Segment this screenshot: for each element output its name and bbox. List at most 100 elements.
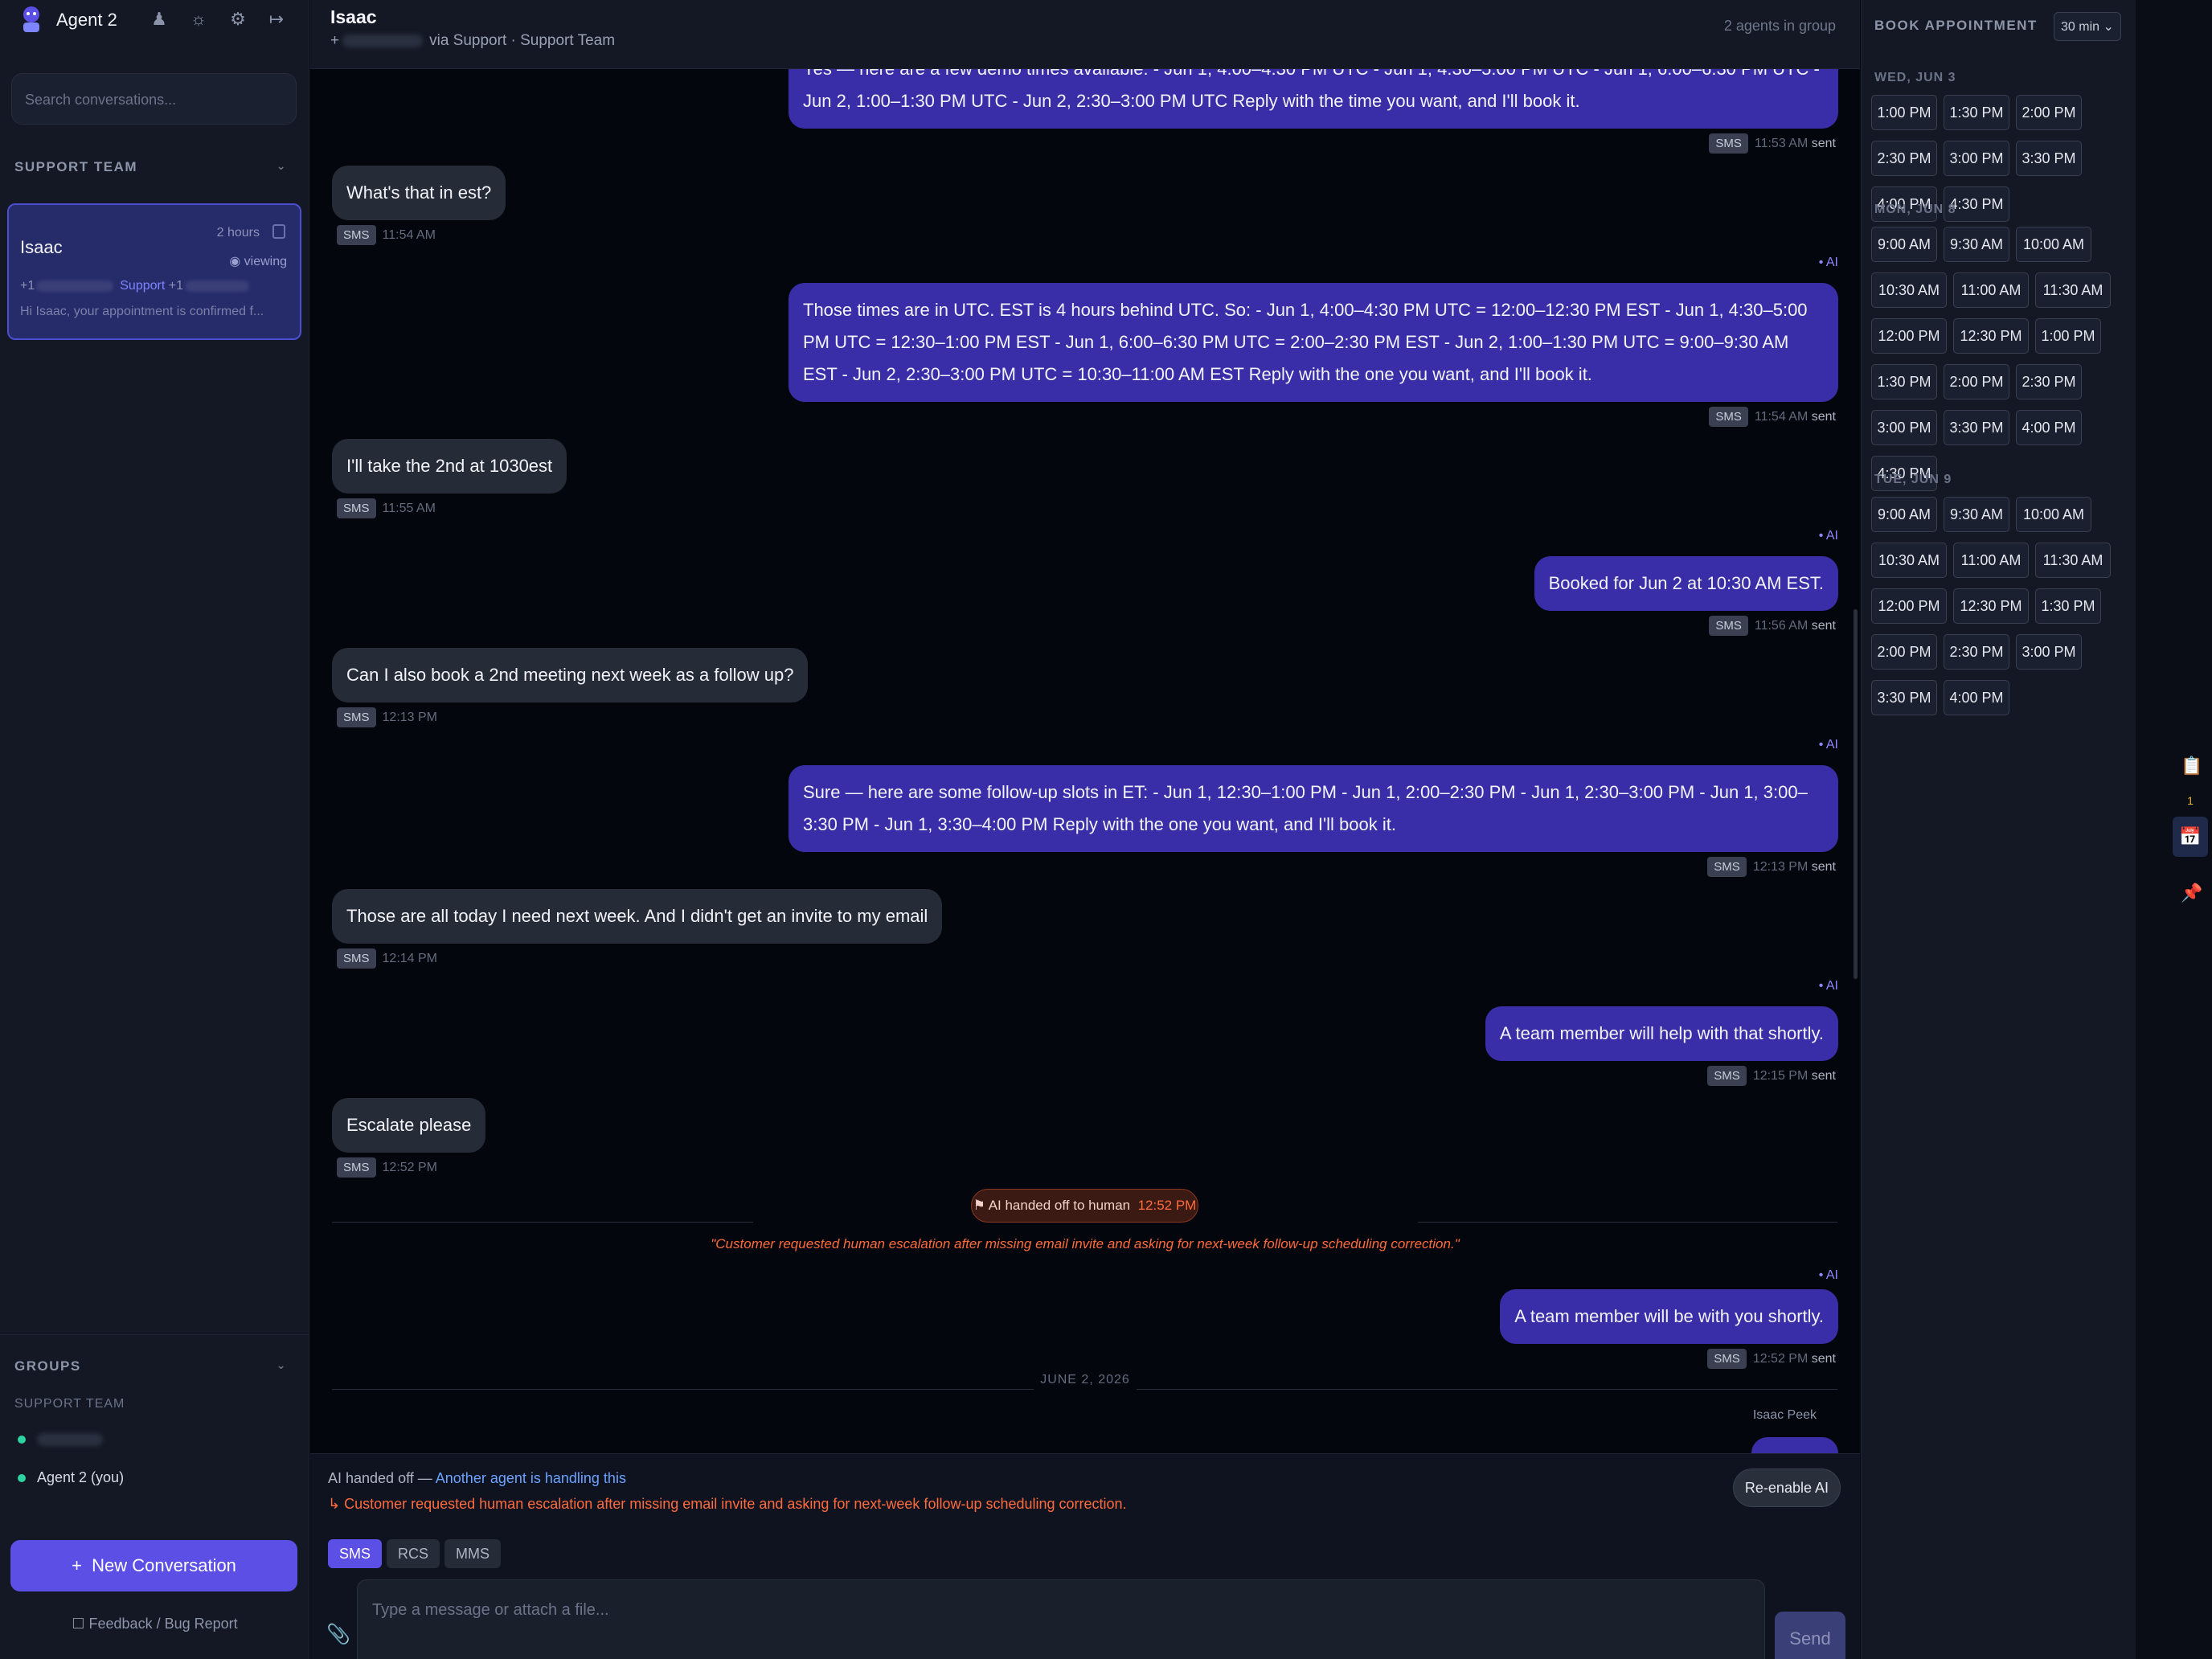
time-slot-button[interactable]: 3:00 PM — [1944, 141, 2009, 176]
phone-prefix: + — [330, 32, 340, 49]
conversation-time: 2 hours — [216, 226, 260, 240]
time-slot-button[interactable]: 12:30 PM — [1953, 318, 2029, 354]
time-slot-button[interactable]: 10:00 AM — [2016, 497, 2091, 532]
channel-badge: SMS — [1707, 857, 1747, 877]
new-conversation-button[interactable]: + New Conversation — [10, 1540, 297, 1591]
message-meta: SMS 11:56 AM sent — [1709, 616, 1836, 636]
time-slot-button[interactable]: 11:30 AM — [2035, 272, 2111, 308]
message-bubble-incoming: Those are all today I need next week. An… — [332, 889, 943, 944]
time-slot-button[interactable]: 9:00 AM — [1871, 227, 1937, 262]
message-meta: SMS 12:13 PM sent — [1707, 857, 1836, 877]
calendar-icon[interactable]: 📅 — [2173, 817, 2208, 857]
message-bubble-incoming: Escalate please — [332, 1098, 486, 1153]
message-input[interactable]: Type a message or attach a file... — [357, 1579, 1765, 1659]
channel-badge: SMS — [337, 948, 376, 969]
time-slot-button[interactable]: 2:30 PM — [1871, 141, 1937, 176]
time-slot-button[interactable]: 4:00 PM — [1944, 680, 2009, 715]
time-slot-button[interactable]: 1:00 PM — [1871, 95, 1937, 130]
time-slot-button[interactable]: 9:30 AM — [1944, 497, 2009, 532]
time-slot-button[interactable]: 11:00 AM — [1953, 543, 2029, 578]
divider — [0, 1334, 309, 1335]
message-meta: SMS 12:13 PM — [337, 707, 437, 727]
time-slot-button[interactable]: 3:30 PM — [1871, 680, 1937, 715]
search-input[interactable]: Search conversations... — [11, 73, 297, 125]
handoff-divider — [1418, 1222, 1837, 1223]
ai-label: • AI — [1818, 256, 1838, 269]
theme-icon[interactable]: ☼ — [189, 10, 208, 29]
message-status: sent — [1811, 619, 1836, 633]
date-separator: JUNE 2, 2026 — [1040, 1373, 1130, 1387]
contact-sub: + via Support · Support Team — [330, 32, 615, 50]
tab-sms[interactable]: SMS — [328, 1539, 383, 1568]
time-slot-button[interactable]: 12:30 PM — [1953, 588, 2029, 624]
handoff-status: AI handed off — Another agent is handlin… — [328, 1470, 626, 1487]
time-slot-button[interactable]: 3:30 PM — [1944, 410, 2009, 445]
user-icon[interactable]: ♟ — [150, 10, 169, 29]
chevron-down-icon: ⌄ — [2103, 20, 2114, 34]
message-bubble-outgoing: Sure — here are some follow-up slots in … — [789, 765, 1838, 852]
message-meta: SMS 12:52 PM sent — [1707, 1349, 1836, 1369]
time-slot-button[interactable]: 1:30 PM — [1871, 364, 1937, 399]
paperclip-icon[interactable]: 📎 — [326, 1623, 350, 1646]
time-slot-button[interactable]: 3:30 PM — [2016, 141, 2082, 176]
logout-icon[interactable]: ↦ — [267, 10, 286, 29]
groups-header[interactable]: GROUPS ⌄ — [14, 1358, 300, 1374]
time-slot-button[interactable]: 10:00 AM — [2016, 227, 2091, 262]
time-slot-button[interactable]: 9:00 AM — [1871, 497, 1937, 532]
time-slot-button[interactable]: 3:00 PM — [1871, 410, 1937, 445]
time-slot-button[interactable]: 11:30 AM — [2035, 543, 2111, 578]
groups-label: GROUPS — [14, 1358, 81, 1374]
archive-icon[interactable] — [272, 224, 285, 239]
time-slot-button[interactable]: 1:30 PM — [2035, 588, 2101, 624]
scrollbar[interactable] — [1854, 609, 1858, 979]
settings-icon[interactable]: ⚙ — [228, 10, 248, 29]
main-panel: Isaac + via Support · Support Team 2 agen… — [310, 0, 1860, 1659]
time-slot-button[interactable]: 1:30 PM — [1944, 95, 2009, 130]
handoff-badge: ⚑ AI handed off to human 12:52 PM — [971, 1189, 1198, 1223]
ai-label: • AI — [1818, 979, 1838, 993]
time-slot-button[interactable]: 2:00 PM — [2016, 95, 2082, 130]
time-slot-button[interactable]: 10:30 AM — [1871, 272, 1947, 308]
tab-rcs[interactable]: RCS — [387, 1539, 440, 1568]
message-bubble-outgoing: Yes — here are a few demo times availabl… — [789, 69, 1838, 129]
time-slot-button[interactable]: 2:00 PM — [1871, 634, 1937, 670]
member-name: Agent 2 (you) — [37, 1469, 125, 1485]
time-slot-button[interactable]: 10:30 AM — [1871, 543, 1947, 578]
handoff-time: 12:52 PM — [1137, 1198, 1197, 1213]
duration-select[interactable]: 30 min ⌄ — [2054, 12, 2121, 41]
date-divider — [1137, 1389, 1837, 1390]
message-meta: SMS 11:54 AM sent — [1709, 407, 1836, 427]
time-slot-button[interactable]: 2:30 PM — [1944, 634, 2009, 670]
conversation-item[interactable]: Isaac 2 hours ◉ viewing +1 Support +1 Hi … — [7, 203, 301, 340]
send-button[interactable]: Send — [1775, 1612, 1845, 1659]
phone2-prefix: +1 — [168, 279, 183, 293]
time-slot-button[interactable]: 12:00 PM — [1871, 588, 1947, 624]
conversation-meta: +1 Support +1 — [20, 279, 256, 293]
time-slot-button[interactable]: 2:30 PM — [2016, 364, 2082, 399]
message-bubble-outgoing: A team member will be with you shortly. — [1500, 1289, 1838, 1344]
message-meta: SMS 11:53 AM sent — [1709, 133, 1836, 154]
section-support-team[interactable]: SUPPORT TEAM ⌄ — [14, 159, 300, 175]
phone-prefix: +1 — [20, 279, 35, 293]
clipboard-icon[interactable]: 📋 — [2181, 756, 2202, 776]
handling-link[interactable]: Another agent is handling this — [436, 1470, 626, 1486]
reenable-ai-button[interactable]: Re-enable AI — [1732, 1469, 1841, 1507]
time-slot-button[interactable]: 3:00 PM — [2016, 634, 2082, 670]
time-slot-button[interactable]: 11:00 AM — [1953, 272, 2029, 308]
time-slot-button[interactable]: 12:00 PM — [1871, 318, 1947, 354]
time-slot-button[interactable]: 9:30 AM — [1944, 227, 2009, 262]
pin-icon[interactable]: 📌 — [2181, 883, 2202, 903]
time-slot-button[interactable]: 4:00 PM — [2016, 410, 2082, 445]
message-status: sent — [1811, 137, 1836, 150]
tool-strip: 📋 1 📅 📌 — [2136, 0, 2212, 1659]
group-member: Agent 2 (you) — [18, 1469, 124, 1486]
message-status: sent — [1811, 860, 1836, 874]
new-conversation-label: New Conversation — [92, 1555, 236, 1575]
time-slot-button[interactable]: 1:00 PM — [2035, 318, 2101, 354]
tab-mms[interactable]: MMS — [444, 1539, 502, 1568]
feedback-link[interactable]: ☐ Feedback / Bug Report — [0, 1616, 309, 1632]
message-meta: SMS 11:54 AM — [337, 225, 436, 245]
message-list[interactable]: Yes — here are a few demo times availabl… — [310, 69, 1860, 1453]
time-slot-button[interactable]: 2:00 PM — [1944, 364, 2009, 399]
channel-badge: SMS — [1709, 616, 1748, 636]
